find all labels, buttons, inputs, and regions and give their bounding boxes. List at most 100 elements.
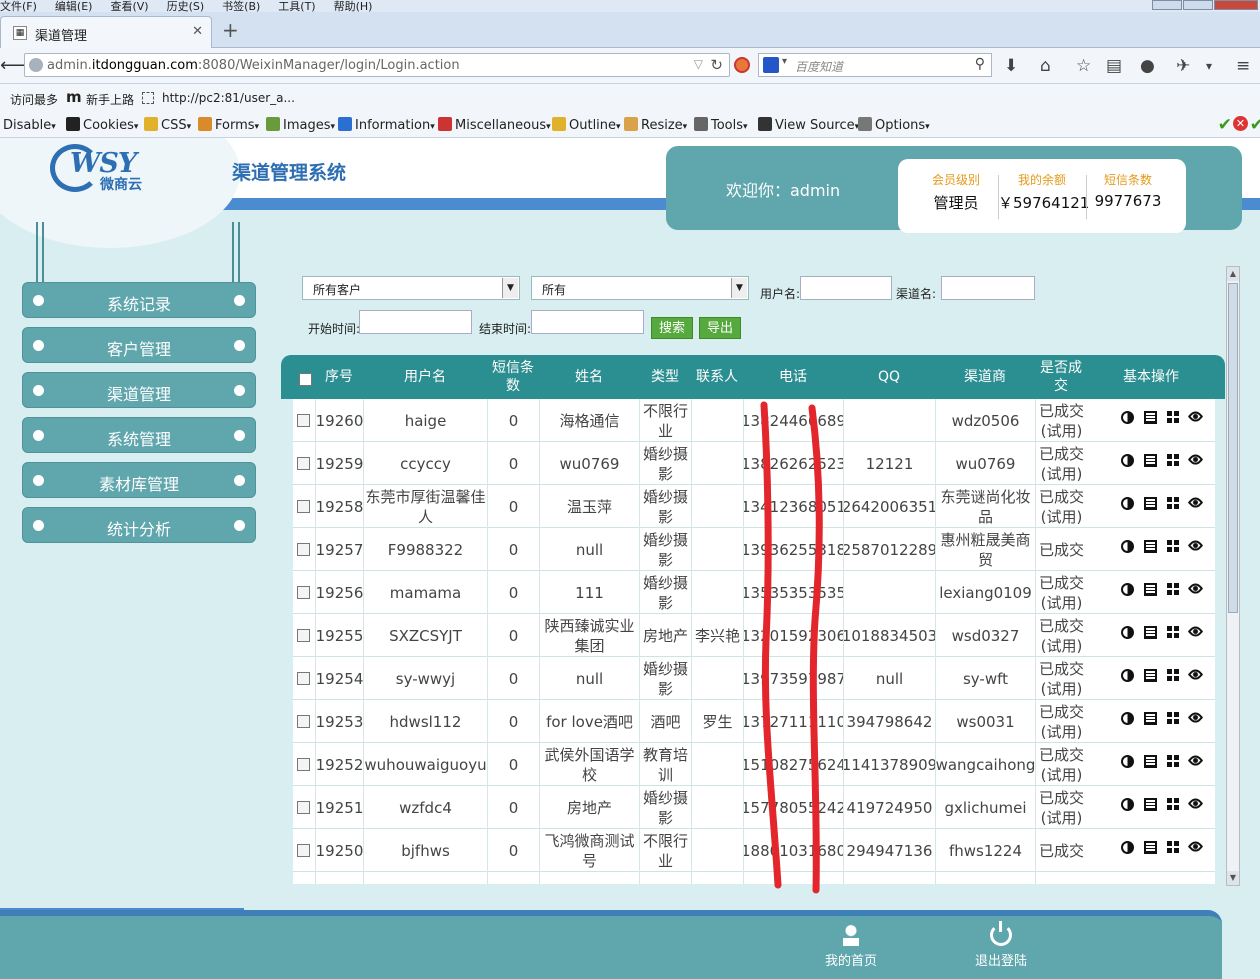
search-icon[interactable]: ⚲ xyxy=(975,56,985,72)
reload-icon[interactable]: ↻ xyxy=(710,56,723,74)
film-icon[interactable] xyxy=(1144,583,1157,596)
eye-icon[interactable] xyxy=(1187,881,1204,884)
eye-icon[interactable] xyxy=(1187,494,1204,511)
contrast-icon[interactable] xyxy=(1121,454,1134,467)
scroll-thumb[interactable] xyxy=(1228,283,1238,613)
back-arrow-icon[interactable]: ⟵ xyxy=(0,55,26,77)
webdev-menu-options[interactable]: Options▾ xyxy=(858,117,930,133)
dropdown-icon[interactable]: ▾ xyxy=(1206,59,1212,73)
username-input[interactable] xyxy=(800,276,892,300)
row-checkbox[interactable] xyxy=(297,500,310,513)
contrast-icon[interactable] xyxy=(1121,712,1134,725)
channel-input[interactable] xyxy=(941,276,1035,300)
page-scrollbar[interactable]: ▲ ▼ xyxy=(1226,266,1240,886)
bookmark-most-visited[interactable]: 访问最多 xyxy=(10,91,58,108)
film-icon[interactable] xyxy=(1144,626,1157,639)
menu-item[interactable]: 历史(S) xyxy=(167,1,205,12)
grid-icon[interactable] xyxy=(1167,497,1180,510)
row-checkbox[interactable] xyxy=(297,543,310,556)
select-all-checkbox[interactable] xyxy=(299,373,312,386)
contrast-icon[interactable] xyxy=(1121,497,1134,510)
grid-icon[interactable] xyxy=(1167,540,1180,553)
export-button[interactable]: 导出 xyxy=(699,317,741,339)
bookmark-pc2[interactable]: http://pc2:81/user_a... xyxy=(162,91,295,105)
row-checkbox[interactable] xyxy=(297,715,310,728)
sidebar-item[interactable]: 素材库管理 xyxy=(22,462,256,498)
menu-item[interactable]: 编辑(E) xyxy=(55,1,93,12)
grid-icon[interactable] xyxy=(1167,798,1180,811)
film-icon[interactable] xyxy=(1144,841,1157,854)
browser-tab[interactable]: ▦ 渠道管理 ✕ xyxy=(0,16,212,48)
search-engine-icon[interactable] xyxy=(763,57,779,73)
webdev-menu-information[interactable]: Information▾ xyxy=(338,117,435,133)
eye-icon[interactable] xyxy=(1187,795,1204,812)
sidebar-item[interactable]: 系统记录 xyxy=(22,282,256,318)
type-select[interactable]: 所有 ▼ xyxy=(531,276,749,300)
webdev-menu-images[interactable]: Images▾ xyxy=(266,117,335,133)
film-icon[interactable] xyxy=(1144,712,1157,725)
scroll-up-icon[interactable]: ▲ xyxy=(1227,267,1239,281)
film-icon[interactable] xyxy=(1144,669,1157,682)
addon-icon[interactable] xyxy=(734,57,750,73)
bookmarks-list-icon[interactable]: ▤ xyxy=(1106,56,1122,76)
close-window-button[interactable] xyxy=(1214,0,1258,10)
addon-tool-icon[interactable]: ✈ xyxy=(1176,56,1190,76)
end-time-input[interactable] xyxy=(531,310,644,334)
customer-select[interactable]: 所有客户 ▼ xyxy=(302,276,520,300)
eye-icon[interactable] xyxy=(1187,752,1204,769)
search-engine-dropdown-icon[interactable]: ▾ xyxy=(782,56,787,67)
sidebar-item[interactable]: 渠道管理 xyxy=(22,372,256,408)
sidebar-item[interactable]: 统计分析 xyxy=(22,507,256,543)
search-box[interactable]: ▾ 百度知道 ⚲ xyxy=(758,53,992,77)
webdev-menu-resize[interactable]: Resize▾ xyxy=(624,117,687,133)
menu-item[interactable]: 工具(T) xyxy=(278,1,315,12)
webdev-menu-miscellaneous[interactable]: Miscellaneous▾ xyxy=(438,117,551,133)
contrast-icon[interactable] xyxy=(1121,798,1134,811)
download-icon[interactable]: ⬇ xyxy=(1004,56,1018,76)
contrast-icon[interactable] xyxy=(1121,626,1134,639)
bookmark-star-icon[interactable]: ☆ xyxy=(1076,56,1091,76)
film-icon[interactable] xyxy=(1144,497,1157,510)
close-tab-icon[interactable]: ✕ xyxy=(192,24,203,39)
error-icon[interactable]: ✕ xyxy=(1233,116,1248,131)
eye-icon[interactable] xyxy=(1187,408,1204,425)
eye-icon[interactable] xyxy=(1187,666,1204,683)
contrast-icon[interactable] xyxy=(1121,669,1134,682)
logout-button[interactable]: 退出登陆 xyxy=(968,921,1034,969)
grid-icon[interactable] xyxy=(1167,411,1180,424)
film-icon[interactable] xyxy=(1144,411,1157,424)
webdev-menu-cookies[interactable]: Cookies▾ xyxy=(66,117,138,133)
grid-icon[interactable] xyxy=(1167,841,1180,854)
menu-item[interactable]: 书签(B) xyxy=(222,1,260,12)
eye-icon[interactable] xyxy=(1187,623,1204,640)
sidebar-item[interactable]: 系统管理 xyxy=(22,417,256,453)
eye-icon[interactable] xyxy=(1187,709,1204,726)
webdev-menu-forms[interactable]: Forms▾ xyxy=(198,117,259,133)
eye-icon[interactable] xyxy=(1187,838,1204,855)
url-bar[interactable]: admin.itdongguan.com:8080/WeixinManager/… xyxy=(24,53,730,77)
menu-item[interactable]: 查看(V) xyxy=(110,1,148,12)
webdev-menu-disable[interactable]: Disable▾ xyxy=(0,117,56,133)
home-icon[interactable]: ⌂ xyxy=(1040,56,1051,76)
check-icon[interactable]: ✔ xyxy=(1218,115,1232,135)
grid-icon[interactable] xyxy=(1167,712,1180,725)
contrast-icon[interactable] xyxy=(1121,583,1134,596)
film-icon[interactable] xyxy=(1144,798,1157,811)
menu-icon[interactable]: ≡ xyxy=(1236,56,1250,76)
grid-icon[interactable] xyxy=(1167,755,1180,768)
check-icon[interactable]: ✔ xyxy=(1250,115,1260,135)
row-checkbox[interactable] xyxy=(297,672,310,685)
maximize-button[interactable] xyxy=(1183,0,1213,10)
search-button[interactable]: 搜索 xyxy=(651,317,693,339)
film-icon[interactable] xyxy=(1144,540,1157,553)
home-button[interactable]: 我的首页 xyxy=(818,924,884,969)
row-checkbox[interactable] xyxy=(297,457,310,470)
contrast-icon[interactable] xyxy=(1121,411,1134,424)
row-checkbox[interactable] xyxy=(297,801,310,814)
film-icon[interactable] xyxy=(1144,755,1157,768)
contrast-icon[interactable] xyxy=(1121,540,1134,553)
cookie-icon[interactable]: ● xyxy=(1140,56,1155,76)
bookmark-getting-started[interactable]: 新手上路 xyxy=(86,91,134,108)
menu-item[interactable]: 帮助(H) xyxy=(334,1,373,12)
grid-icon[interactable] xyxy=(1167,454,1180,467)
